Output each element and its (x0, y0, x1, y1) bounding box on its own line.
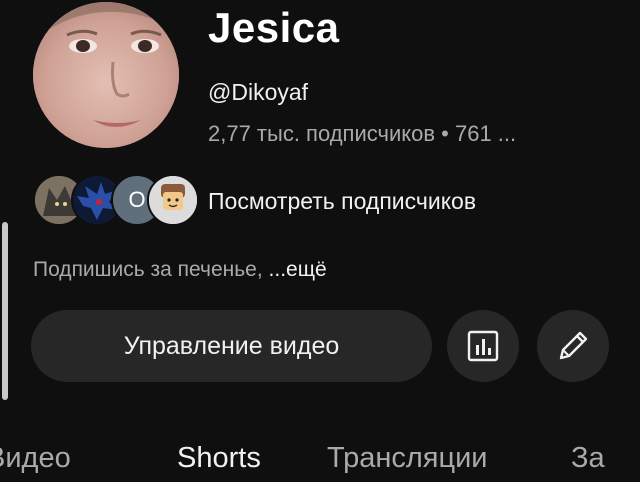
subscriber-avatars[interactable]: O (33, 174, 199, 226)
analytics-button[interactable] (447, 310, 519, 382)
channel-name: Jesica (208, 4, 340, 51)
roblox-avatar (147, 174, 199, 226)
tab-live[interactable]: Трансляции (327, 442, 488, 475)
scroll-indicator[interactable] (2, 222, 8, 400)
channel-handle: @Dikoyaf (208, 79, 309, 105)
letter-avatar-label: O (128, 187, 146, 212)
description-more-link[interactable]: ...ещё (269, 258, 327, 281)
channel-tabs: Видео Shorts Трансляции За (0, 442, 640, 482)
description-text: Подпишись за печенье, (33, 258, 269, 281)
channel-description[interactable]: Подпишись за печенье, ...ещё (33, 258, 327, 282)
tab-shorts[interactable]: Shorts (177, 442, 261, 475)
bar-chart-icon (467, 330, 499, 362)
manage-videos-label: Управление видео (123, 331, 340, 360)
tab-next[interactable]: За (571, 442, 605, 475)
channel-avatar[interactable] (33, 2, 179, 148)
edit-channel-button[interactable] (537, 310, 609, 382)
view-subscribers-link[interactable]: Посмотреть подписчиков (208, 188, 476, 215)
pencil-icon (559, 331, 588, 360)
tab-videos[interactable]: Видео (0, 442, 71, 475)
channel-stats[interactable]: 2,77 тыс. подписчиков • 761 ... (208, 121, 516, 147)
channel-avatar-image (33, 2, 179, 148)
manage-videos-button[interactable]: Управление видео (31, 310, 432, 382)
